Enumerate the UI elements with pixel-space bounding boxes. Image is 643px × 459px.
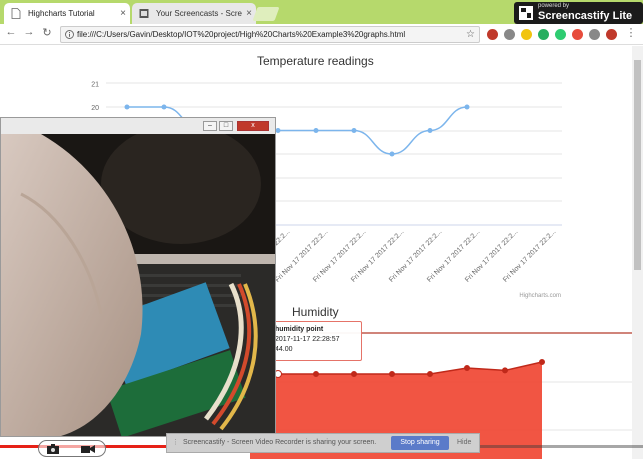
back-icon[interactable]: ← xyxy=(4,26,18,38)
info-icon xyxy=(65,30,74,39)
tab-highcharts-tutorial[interactable]: Highcharts Tutorial × xyxy=(4,3,130,24)
y-tick-label: 21 xyxy=(91,82,99,89)
highcharts-credits: Highcharts.com xyxy=(519,293,561,299)
tab-strip: Highcharts Tutorial × Your Screencasts -… xyxy=(0,0,643,24)
humidity-point xyxy=(464,365,470,371)
humidity-point xyxy=(389,371,395,377)
screen: Highcharts Tutorial × Your Screencasts -… xyxy=(0,0,643,459)
maximize-button[interactable]: □ xyxy=(219,121,233,131)
tooltip-value: 44.00 xyxy=(275,346,293,353)
tooltip-title: humidity point xyxy=(275,326,324,333)
humidity-point xyxy=(351,371,357,377)
address-bar[interactable]: file:///C:/Users/Gavin/Desktop/IOT%20pro… xyxy=(60,26,480,43)
tooltip-time: 2017-11-17 22:28:57 xyxy=(275,336,340,343)
screencastify-title: Screencastify Lite xyxy=(538,10,633,22)
page-icon xyxy=(11,8,21,19)
humidity-tooltip: humidity point 2017-11-17 22:28:57 44.00 xyxy=(270,321,362,361)
temperature-point xyxy=(464,104,470,110)
hide-button[interactable]: Hide xyxy=(457,434,471,452)
extension-bulb-icon[interactable] xyxy=(589,29,600,40)
webcam-feed-image xyxy=(1,134,275,436)
extension-grey-icon[interactable] xyxy=(504,29,515,40)
extension-record-icon[interactable] xyxy=(572,29,583,40)
temperature-point xyxy=(351,128,357,133)
reload-icon[interactable]: ↻ xyxy=(40,26,54,39)
temperature-point xyxy=(275,128,281,133)
y-tick-label: 20 xyxy=(91,105,99,112)
temperature-point xyxy=(427,128,433,133)
temperature-point xyxy=(313,128,319,133)
sharing-message: Screencastify - Screen Video Recorder is… xyxy=(183,439,377,446)
extension-flag-icon[interactable] xyxy=(487,29,498,40)
close-button[interactable]: x xyxy=(237,121,269,131)
humidity-point xyxy=(539,359,545,365)
close-tab-icon[interactable]: × xyxy=(246,3,252,24)
temperature-point xyxy=(389,151,395,157)
extension-shield-icon[interactable] xyxy=(521,29,532,40)
extension-green-icon[interactable] xyxy=(555,29,566,40)
webcam-titlebar[interactable]: – □ x xyxy=(1,118,275,134)
camera-icon[interactable] xyxy=(47,444,59,454)
minimize-button[interactable]: – xyxy=(203,121,217,131)
humidity-point xyxy=(427,371,433,377)
new-tab-button[interactable] xyxy=(252,7,280,21)
screencastify-watermark: powered by Screencastify Lite xyxy=(514,2,643,24)
menu-icon[interactable]: ⋮ xyxy=(624,26,638,39)
screencastify-logo-icon xyxy=(519,6,533,20)
bookmark-star-icon[interactable]: ☆ xyxy=(466,27,475,42)
humidity-point xyxy=(502,367,508,374)
webcam-window: – □ x xyxy=(0,117,276,437)
temperature-point xyxy=(161,104,167,110)
drag-handle-icon[interactable]: ⋮ xyxy=(172,434,179,452)
scrollbar-thumb[interactable] xyxy=(634,60,641,270)
tab-label: Highcharts Tutorial xyxy=(28,9,95,18)
humidity-chart-title: Humidity xyxy=(292,305,339,319)
extension-red-icon[interactable] xyxy=(606,29,617,40)
url-text: file:///C:/Users/Gavin/Desktop/IOT%20pro… xyxy=(77,30,406,39)
browser-toolbar: ← → ↻ file:///C:/Users/Gavin/Desktop/IOT… xyxy=(0,24,643,45)
tab-label: Your Screencasts - Scre xyxy=(156,9,242,18)
close-tab-icon[interactable]: × xyxy=(120,3,126,24)
webcam-controls xyxy=(38,440,106,457)
tab-your-screencasts[interactable]: Your Screencasts - Scre × xyxy=(132,3,256,24)
forward-icon[interactable]: → xyxy=(22,26,36,38)
extension-chat-icon[interactable] xyxy=(538,29,549,40)
stop-sharing-button[interactable]: Stop sharing xyxy=(391,436,449,450)
powered-by-label: powered by xyxy=(538,3,570,9)
humidity-point xyxy=(313,371,319,377)
video-camera-icon[interactable] xyxy=(81,444,95,454)
screen-sharing-bar: ⋮ Screencastify - Screen Video Recorder … xyxy=(166,433,480,453)
temperature-point xyxy=(124,104,130,110)
screencastify-icon xyxy=(139,9,149,18)
